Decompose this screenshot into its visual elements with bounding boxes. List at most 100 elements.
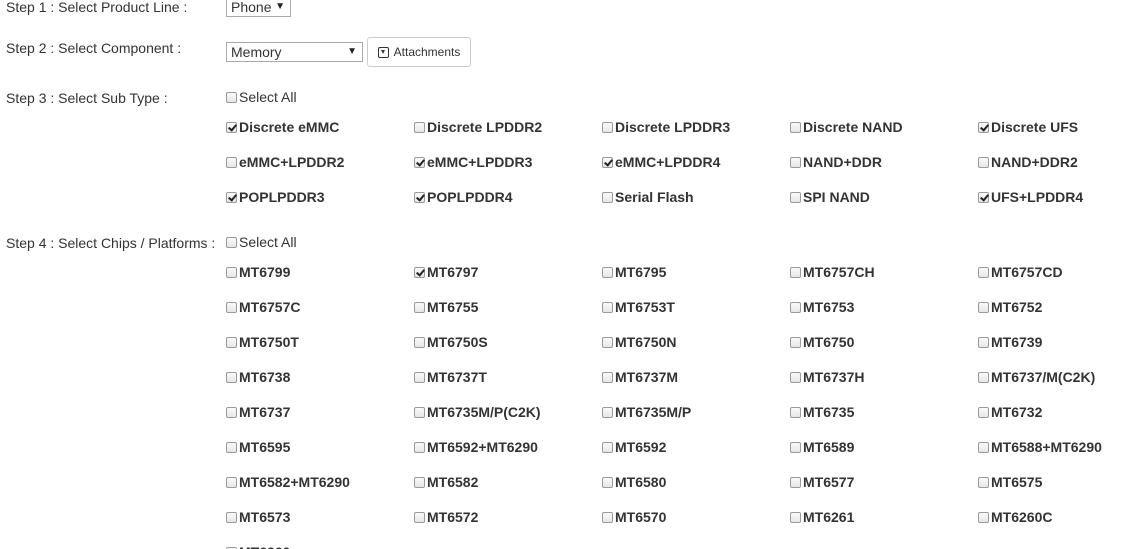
- subtype-item[interactable]: Discrete LPDDR3: [602, 119, 730, 135]
- chip-item[interactable]: MT6735M/P(C2K): [414, 404, 541, 420]
- chip-checkbox[interactable]: [978, 371, 989, 383]
- subtype-item[interactable]: Discrete UFS: [978, 119, 1078, 135]
- chip-checkbox[interactable]: [602, 441, 613, 453]
- chip-item[interactable]: MT6570: [602, 509, 666, 525]
- chip-item[interactable]: MT6750S: [414, 334, 488, 350]
- chip-checkbox[interactable]: [602, 476, 613, 488]
- subtype-item[interactable]: eMMC+LPDDR4: [602, 154, 720, 170]
- chip-checkbox[interactable]: [978, 301, 989, 313]
- subtype-checkbox[interactable]: [414, 156, 425, 168]
- chip-item[interactable]: MT6753T: [602, 299, 675, 315]
- subtype-item[interactable]: Discrete LPDDR2: [414, 119, 542, 135]
- subtype-item[interactable]: Discrete eMMC: [226, 119, 339, 135]
- chip-item[interactable]: MT6799: [226, 264, 290, 280]
- subtype-checkbox[interactable]: [226, 121, 237, 133]
- chip-checkbox[interactable]: [602, 266, 613, 278]
- chip-checkbox[interactable]: [978, 476, 989, 488]
- select-all-checkbox[interactable]: [226, 91, 237, 103]
- chip-checkbox[interactable]: [602, 511, 613, 523]
- chip-item[interactable]: MT6753: [790, 299, 854, 315]
- chip-item[interactable]: MT6750N: [602, 334, 676, 350]
- chip-item[interactable]: MT6737: [226, 404, 290, 420]
- chip-item[interactable]: MT6737H: [790, 369, 864, 385]
- chip-checkbox[interactable]: [978, 441, 989, 453]
- subtype-item[interactable]: UFS+LPDDR4: [978, 189, 1083, 205]
- chip-checkbox[interactable]: [790, 371, 801, 383]
- chip-checkbox[interactable]: [978, 511, 989, 523]
- chip-item[interactable]: MT6797: [414, 264, 478, 280]
- subtype-checkbox[interactable]: [978, 191, 989, 203]
- chip-checkbox[interactable]: [226, 406, 237, 418]
- subtype-item[interactable]: SPI NAND: [790, 189, 870, 205]
- chip-item[interactable]: MT6795: [602, 264, 666, 280]
- subtype-item[interactable]: POPLPDDR4: [414, 189, 513, 205]
- subtype-item[interactable]: Discrete NAND: [790, 119, 903, 135]
- chip-item[interactable]: MT6735: [790, 404, 854, 420]
- subtype-checkbox[interactable]: [226, 191, 237, 203]
- component-select[interactable]: Memory ▼: [226, 42, 363, 62]
- subtype-checkbox[interactable]: [602, 156, 613, 168]
- chip-item[interactable]: MT6260C: [978, 509, 1052, 525]
- subtype-item[interactable]: NAND+DDR: [790, 154, 882, 170]
- chip-checkbox[interactable]: [414, 336, 425, 348]
- chip-item[interactable]: MT6595: [226, 439, 290, 455]
- chip-checkbox[interactable]: [414, 266, 425, 278]
- chip-checkbox[interactable]: [790, 301, 801, 313]
- subtype-checkbox[interactable]: [414, 121, 425, 133]
- chip-checkbox[interactable]: [790, 266, 801, 278]
- chip-checkbox[interactable]: [226, 476, 237, 488]
- chip-item[interactable]: MT6738: [226, 369, 290, 385]
- subtype-checkbox[interactable]: [790, 191, 801, 203]
- product-line-select[interactable]: Phone ▼: [226, 0, 291, 17]
- chip-item[interactable]: MT6732: [978, 404, 1042, 420]
- subtype-item[interactable]: POPLPDDR3: [226, 189, 325, 205]
- chip-checkbox[interactable]: [226, 301, 237, 313]
- chip-item[interactable]: MT6750T: [226, 334, 299, 350]
- chip-checkbox[interactable]: [226, 441, 237, 453]
- chip-item[interactable]: MT6582: [414, 474, 478, 490]
- subtype-select-all[interactable]: Select All: [226, 89, 297, 105]
- chip-checkbox[interactable]: [226, 371, 237, 383]
- subtype-checkbox[interactable]: [414, 191, 425, 203]
- chip-checkbox[interactable]: [414, 371, 425, 383]
- chip-item[interactable]: MT6755: [414, 299, 478, 315]
- select-all-checkbox[interactable]: [226, 236, 237, 248]
- subtype-item[interactable]: eMMC+LPDDR2: [226, 154, 344, 170]
- subtype-checkbox[interactable]: [978, 121, 989, 133]
- chips-select-all[interactable]: Select All: [226, 234, 297, 250]
- subtype-checkbox[interactable]: [790, 121, 801, 133]
- chip-checkbox[interactable]: [790, 441, 801, 453]
- chip-item[interactable]: MT6735M/P: [602, 404, 691, 420]
- chip-checkbox[interactable]: [790, 476, 801, 488]
- chip-checkbox[interactable]: [226, 336, 237, 348]
- chip-item[interactable]: MT6592: [602, 439, 666, 455]
- chip-checkbox[interactable]: [414, 406, 425, 418]
- chip-item[interactable]: MT6737/M(C2K): [978, 369, 1095, 385]
- chip-checkbox[interactable]: [602, 406, 613, 418]
- chip-item[interactable]: MT6588+MT6290: [978, 439, 1102, 455]
- subtype-checkbox[interactable]: [790, 156, 801, 168]
- chip-item[interactable]: MT6582+MT6290: [226, 474, 350, 490]
- chip-checkbox[interactable]: [414, 511, 425, 523]
- chip-checkbox[interactable]: [790, 406, 801, 418]
- chip-checkbox[interactable]: [978, 336, 989, 348]
- chip-checkbox[interactable]: [790, 336, 801, 348]
- subtype-checkbox[interactable]: [602, 191, 613, 203]
- chip-item[interactable]: MT6261: [790, 509, 854, 525]
- chip-item[interactable]: MT6752: [978, 299, 1042, 315]
- chip-item[interactable]: MT6589: [790, 439, 854, 455]
- chip-item[interactable]: MT6737M: [602, 369, 678, 385]
- chip-item[interactable]: MT6757CH: [790, 264, 875, 280]
- chip-checkbox[interactable]: [602, 336, 613, 348]
- chip-item[interactable]: MT6737T: [414, 369, 487, 385]
- subtype-checkbox[interactable]: [226, 156, 237, 168]
- chip-item[interactable]: MT6572: [414, 509, 478, 525]
- chip-item[interactable]: MT6580: [602, 474, 666, 490]
- chip-item[interactable]: MT6573: [226, 509, 290, 525]
- chip-checkbox[interactable]: [226, 266, 237, 278]
- chip-checkbox[interactable]: [414, 441, 425, 453]
- chip-item[interactable]: MT6757C: [226, 299, 300, 315]
- chip-item[interactable]: MT6577: [790, 474, 854, 490]
- chip-checkbox[interactable]: [414, 476, 425, 488]
- chip-item[interactable]: MT6260: [226, 544, 290, 549]
